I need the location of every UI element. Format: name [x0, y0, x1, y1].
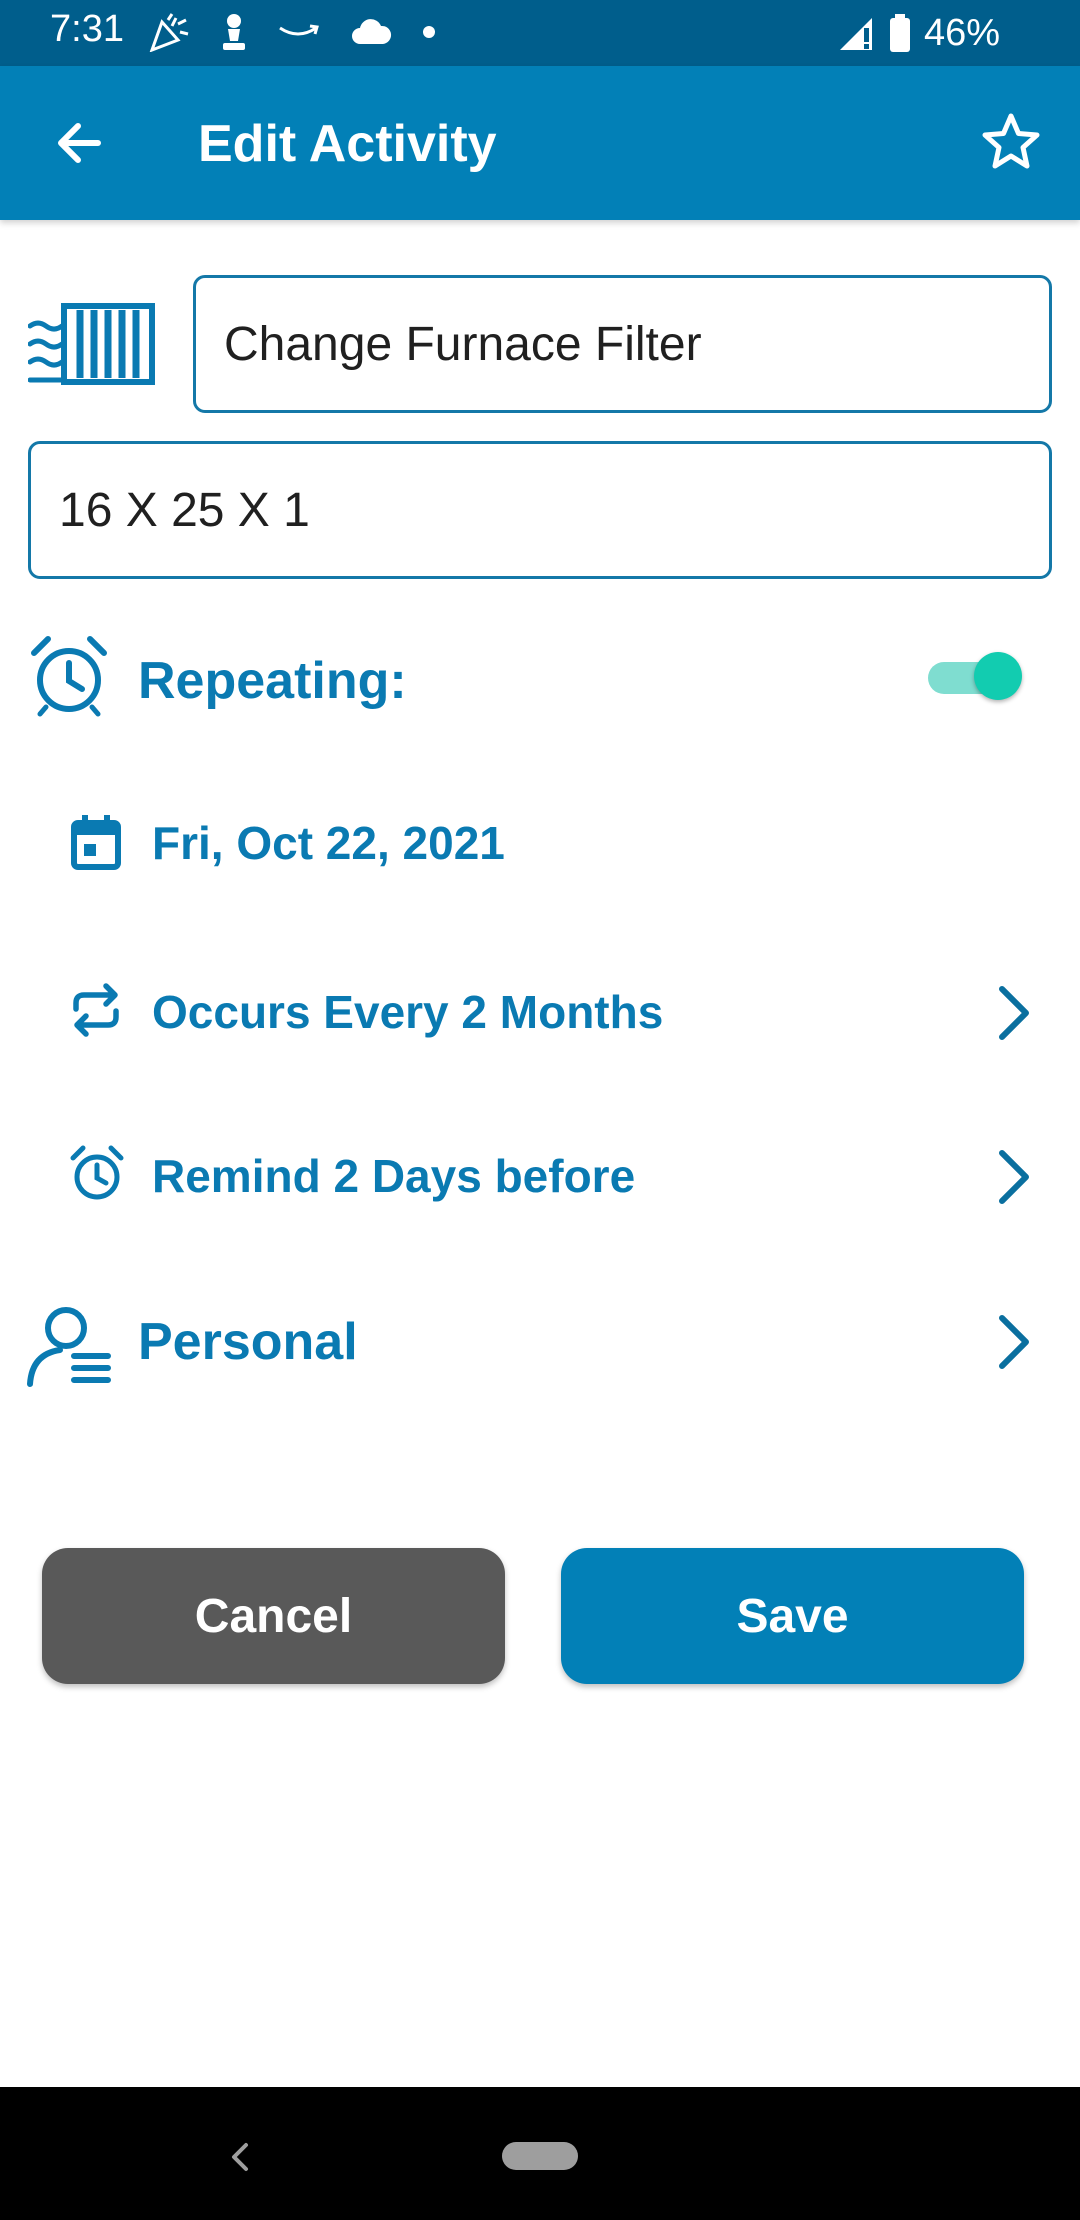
activity-name-field[interactable]	[193, 275, 1052, 413]
battery-percent: 46%	[923, 11, 1000, 54]
arrow-back-icon[interactable]	[48, 112, 110, 174]
date-row[interactable]: Fri, Oct 22, 2021	[0, 790, 1080, 900]
recurrence-label[interactable]: Occurs Every 2 Months	[152, 985, 663, 1039]
alarm-icon	[70, 1145, 124, 1200]
reminder-label[interactable]: Remind 2 Days before	[152, 1149, 635, 1203]
status-time: 7:31	[50, 8, 124, 50]
chevron-right-icon[interactable]	[990, 983, 1040, 1043]
calendar-icon	[71, 815, 121, 870]
save-button[interactable]: Save	[561, 1548, 1024, 1684]
system-nav-bar	[0, 2087, 1080, 2220]
category-row[interactable]: Personal	[0, 1288, 1080, 1398]
activity-name-input[interactable]	[222, 315, 1025, 373]
repeating-toggle[interactable]	[926, 650, 1022, 704]
cancel-button[interactable]: Cancel	[42, 1548, 505, 1684]
date-label[interactable]: Fri, Oct 22, 2021	[152, 816, 505, 870]
repeat-icon	[73, 983, 119, 1037]
dot-icon	[423, 26, 435, 38]
recurrence-row[interactable]: Occurs Every 2 Months	[0, 955, 1080, 1065]
activity-description-input[interactable]	[57, 481, 1025, 539]
furnace-filter-icon[interactable]	[28, 300, 158, 390]
reminder-row[interactable]: Remind 2 Days before	[0, 1121, 1080, 1231]
cloud-icon	[352, 19, 392, 44]
nav-back-icon[interactable]	[222, 2139, 258, 2175]
category-label[interactable]: Personal	[138, 1312, 358, 1372]
party-popper-icon	[149, 13, 189, 52]
activity-description-field[interactable]	[28, 441, 1052, 579]
page-title: Edit Activity	[198, 115, 497, 173]
chevron-right-icon[interactable]	[990, 1147, 1040, 1207]
home-pill[interactable]	[502, 2142, 578, 2170]
system-status: 46%	[838, 8, 1000, 58]
toggle-knob	[974, 652, 1022, 700]
amazon-smile-icon	[279, 24, 319, 36]
alarm-clock-icon	[31, 636, 107, 717]
chess-pawn-icon	[223, 14, 245, 50]
person-list-icon	[27, 1307, 111, 1387]
signal-icon	[839, 18, 872, 50]
chevron-right-icon[interactable]	[990, 1312, 1040, 1372]
repeating-row: Repeating:	[0, 623, 1080, 733]
repeating-label: Repeating:	[138, 652, 407, 710]
notification-icons	[148, 10, 436, 54]
battery-icon	[889, 14, 910, 52]
app-bar: Edit Activity	[0, 66, 1080, 220]
status-bar: 7:31 46%	[0, 0, 1080, 66]
star-outline-icon[interactable]	[978, 110, 1044, 176]
